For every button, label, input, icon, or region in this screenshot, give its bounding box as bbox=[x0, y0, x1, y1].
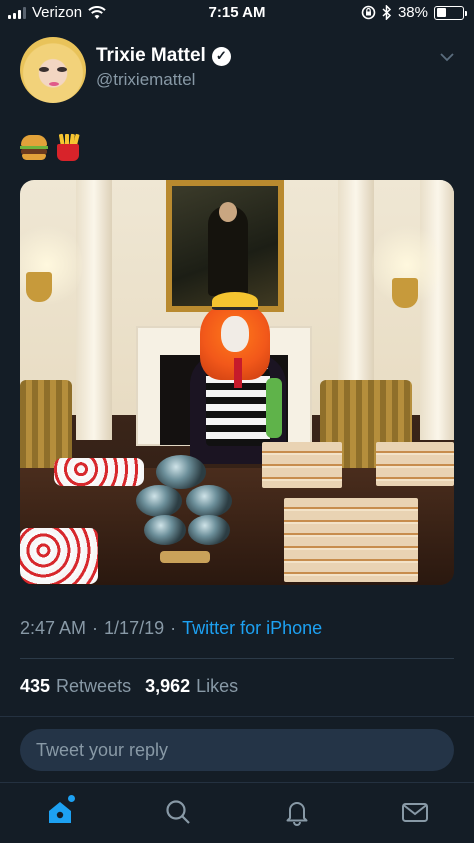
screen-lock-icon bbox=[361, 5, 376, 20]
retweets-label[interactable]: Retweets bbox=[56, 676, 131, 697]
display-name-row[interactable]: Trixie Mattel ✓ bbox=[96, 45, 231, 67]
meta-separator: · bbox=[170, 618, 177, 638]
display-name[interactable]: Trixie Mattel bbox=[96, 45, 206, 67]
bluetooth-icon bbox=[382, 5, 392, 20]
tab-home[interactable] bbox=[45, 795, 75, 827]
divider bbox=[20, 658, 454, 659]
retweets-count[interactable]: 435 bbox=[20, 676, 50, 697]
search-icon bbox=[166, 800, 190, 824]
verified-badge-icon: ✓ bbox=[211, 46, 231, 66]
battery-icon bbox=[434, 5, 467, 20]
tweet-photo[interactable] bbox=[20, 180, 454, 585]
french-fries-emoji bbox=[54, 133, 82, 161]
tab-messages[interactable] bbox=[400, 797, 430, 827]
tweet-time: 2:47 AM bbox=[20, 618, 87, 638]
tab-search[interactable] bbox=[163, 797, 193, 827]
tab-bar bbox=[0, 782, 474, 843]
new-content-dot bbox=[68, 795, 75, 802]
meta-separator: · bbox=[92, 618, 99, 638]
chevron-down-icon[interactable] bbox=[440, 50, 454, 64]
tweet-body bbox=[20, 133, 82, 161]
tweet-date: 1/17/19 bbox=[104, 618, 165, 638]
hamburger-emoji bbox=[20, 133, 48, 161]
tweet-meta: 2:47 AM · 1/17/19 · Twitter for iPhone bbox=[20, 618, 322, 639]
battery-fill bbox=[436, 8, 446, 17]
food-stand bbox=[130, 455, 240, 565]
battery-percent: 38% bbox=[397, 4, 428, 21]
tab-notifications[interactable] bbox=[282, 797, 312, 827]
user-handle[interactable]: @trixiemattel bbox=[96, 70, 195, 90]
tweet-stats: 435 Retweets 3,962 Likes bbox=[20, 676, 246, 697]
tweet-source-link[interactable]: Twitter for iPhone bbox=[182, 618, 322, 639]
likes-count[interactable]: 3,962 bbox=[145, 676, 190, 697]
reply-bar bbox=[0, 716, 474, 782]
status-bar: Verizon 7:15 AM 38% bbox=[0, 0, 474, 26]
avatar[interactable] bbox=[20, 37, 86, 103]
likes-label[interactable]: Likes bbox=[196, 676, 238, 697]
notifications-icon bbox=[286, 802, 308, 826]
status-right: 38% bbox=[361, 4, 467, 21]
messages-icon bbox=[402, 803, 428, 822]
reply-input[interactable] bbox=[20, 729, 454, 771]
